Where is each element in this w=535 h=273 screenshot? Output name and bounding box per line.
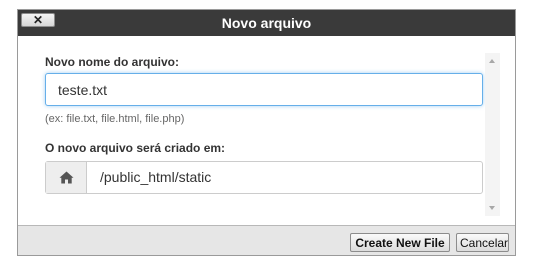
location-path: /public_html/static: [100, 169, 212, 185]
create-file-button[interactable]: Create New File: [350, 233, 450, 252]
scroll-up-icon[interactable]: [489, 59, 495, 63]
scroll-down-icon[interactable]: [489, 206, 495, 210]
dialog-footer: Create New File Cancelar: [18, 225, 515, 255]
dialog-titlebar: ✕ Novo arquivo: [18, 10, 515, 36]
location-field: /public_html/static: [45, 161, 483, 194]
filename-label: Novo nome do arquivo:: [45, 55, 180, 69]
filename-hint: (ex: file.txt, file.html, file.php): [45, 113, 185, 125]
vertical-scrollbar[interactable]: [485, 53, 500, 216]
dialog-body: Novo nome do arquivo: (ex: file.txt, fil…: [18, 36, 515, 225]
filename-input[interactable]: [45, 73, 483, 106]
home-icon: [46, 162, 87, 193]
location-label: O novo arquivo será criado em:: [45, 141, 226, 155]
dialog-title: Novo arquivo: [221, 15, 312, 31]
cancel-button[interactable]: Cancelar: [456, 233, 509, 252]
new-file-dialog: ✕ Novo arquivo Novo nome do arquivo: (ex…: [17, 9, 516, 256]
